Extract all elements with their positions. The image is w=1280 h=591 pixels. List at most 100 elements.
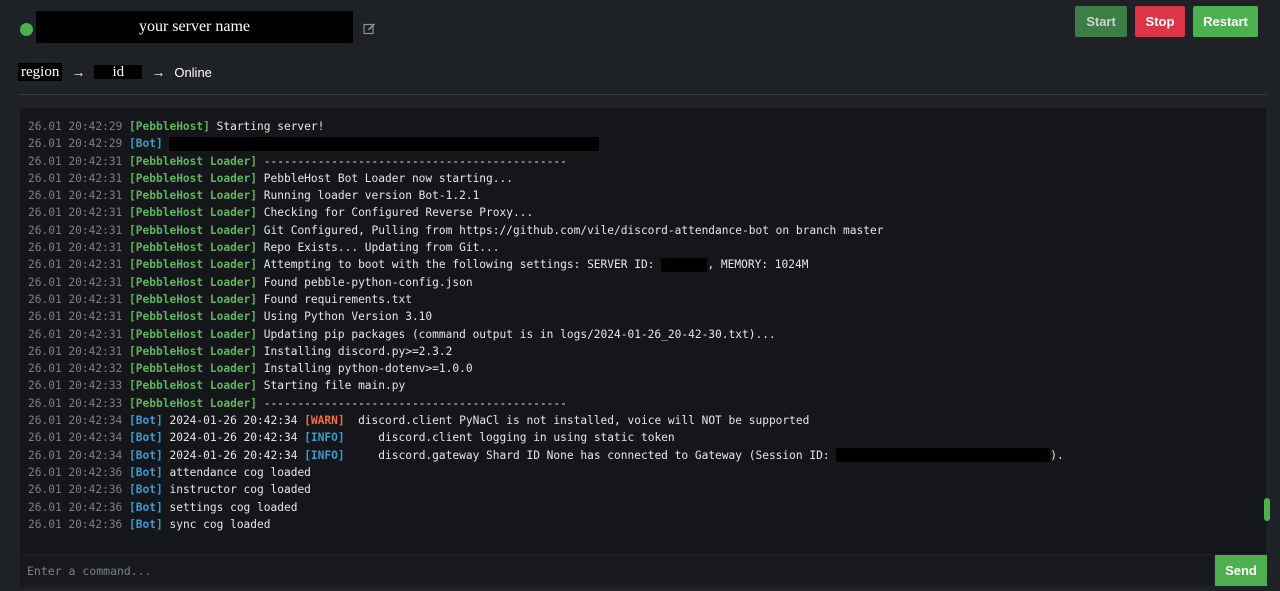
log-message: Installing discord.py>=2.3.2 <box>257 344 453 358</box>
log-tag: [PebbleHost Loader] <box>129 189 258 203</box>
log-line: 26.01 20:42:31 [PebbleHost Loader] Runni… <box>28 187 1266 204</box>
log-message-rest: discord.client PyNaCl is not installed, … <box>344 414 810 428</box>
log-message: Found requirements.txt <box>257 292 412 306</box>
console-output[interactable]: 26.01 20:42:29 [PebbleHost] Starting ser… <box>20 108 1266 554</box>
log-message: 2024-01-26 20:42:34 <box>162 414 305 428</box>
log-tag: [Bot] <box>129 483 163 497</box>
breadcrumb-region[interactable]: region <box>18 63 63 81</box>
log-message-rest: discord.gateway Shard ID None has connec… <box>344 448 837 462</box>
log-timestamp: 26.01 20:42:36 <box>28 517 123 531</box>
server-status-dot <box>20 23 33 36</box>
log-line: 26.01 20:42:31 [PebbleHost Loader] Found… <box>28 291 1266 308</box>
log-tag: [PebbleHost Loader] <box>129 241 258 255</box>
log-tag: [PebbleHost Loader] <box>129 344 258 358</box>
log-message-rest: discord.client logging in using static t… <box>344 431 675 445</box>
log-message: PebbleHost Bot Loader now starting... <box>257 171 513 185</box>
log-timestamp: 26.01 20:42:31 <box>28 275 123 289</box>
log-line: 26.01 20:42:36 [Bot] instructor cog load… <box>28 481 1266 498</box>
log-line: 26.01 20:42:36 [Bot] attendance cog load… <box>28 464 1266 481</box>
log-tag: [PebbleHost Loader] <box>129 362 258 376</box>
log-tag: [Bot] <box>129 517 163 531</box>
log-timestamp: 26.01 20:42:36 <box>28 500 123 514</box>
log-timestamp: 26.01 20:42:29 <box>28 120 123 133</box>
log-line: 26.01 20:42:29 [Bot] <box>28 135 1266 152</box>
log-tag: [Bot] <box>129 137 163 151</box>
log-message: attendance cog loaded <box>162 465 311 479</box>
log-tag: [PebbleHost Loader] <box>129 310 258 324</box>
log-timestamp: 26.01 20:42:31 <box>28 171 123 185</box>
log-level: [WARN] <box>304 414 345 428</box>
log-tag: [Bot] <box>129 414 163 428</box>
stop-button[interactable]: Stop <box>1135 6 1185 37</box>
breadcrumb-status: Online <box>174 64 212 80</box>
log-line: 26.01 20:42:36 [Bot] settings cog loaded <box>28 499 1266 516</box>
log-line: 26.01 20:42:33 [PebbleHost Loader] Start… <box>28 377 1266 394</box>
console-scrollbar[interactable] <box>1264 498 1270 521</box>
log-timestamp: 26.01 20:42:31 <box>28 258 123 272</box>
log-line: 26.01 20:42:31 [PebbleHost Loader] Check… <box>28 204 1266 221</box>
log-message: Running loader version Bot-1.2.1 <box>257 189 480 203</box>
log-timestamp: 26.01 20:42:33 <box>28 396 123 410</box>
log-timestamp: 26.01 20:42:29 <box>28 137 123 151</box>
log-tag: [PebbleHost Loader] <box>129 327 258 341</box>
log-line: 26.01 20:42:31 [PebbleHost Loader] Repo … <box>28 239 1266 256</box>
log-line: 26.01 20:42:29 [PebbleHost] Starting ser… <box>28 118 1266 135</box>
log-line: 26.01 20:42:33 [PebbleHost Loader] -----… <box>28 395 1266 412</box>
log-timestamp: 26.01 20:42:34 <box>28 431 123 445</box>
redacted-text <box>661 258 708 273</box>
log-message: ----------------------------------------… <box>257 154 567 168</box>
log-tag: [Bot] <box>129 448 163 462</box>
log-line: 26.01 20:42:31 [PebbleHost Loader] Insta… <box>28 343 1266 360</box>
log-message: instructor cog loaded <box>162 483 311 497</box>
log-timestamp: 26.01 20:42:31 <box>28 292 123 306</box>
log-line: 26.01 20:42:31 [PebbleHost Loader] -----… <box>28 153 1266 170</box>
command-input[interactable] <box>20 555 1214 586</box>
log-line: 26.01 20:42:34 [Bot] 2024-01-26 20:42:34… <box>28 447 1266 464</box>
restart-button[interactable]: Restart <box>1193 6 1258 37</box>
log-timestamp: 26.01 20:42:34 <box>28 448 123 462</box>
send-button[interactable]: Send <box>1215 555 1267 586</box>
log-line: 26.01 20:42:34 [Bot] 2024-01-26 20:42:34… <box>28 412 1266 429</box>
log-timestamp: 26.01 20:42:34 <box>28 414 123 428</box>
log-timestamp: 26.01 20:42:31 <box>28 344 123 358</box>
log-level: [INFO] <box>304 431 345 445</box>
log-timestamp: 26.01 20:42:31 <box>28 241 123 255</box>
log-tag: [PebbleHost Loader] <box>129 223 258 237</box>
log-tag: [PebbleHost Loader] <box>129 292 258 306</box>
log-message: settings cog loaded <box>162 500 298 514</box>
log-tag: [Bot] <box>129 465 163 479</box>
log-message: Using Python Version 3.10 <box>257 310 433 324</box>
log-message: Found pebble-python-config.json <box>257 275 473 289</box>
log-tag: [PebbleHost] <box>129 120 210 133</box>
log-line: 26.01 20:42:36 [Bot] sync cog loaded <box>28 516 1266 533</box>
start-button[interactable]: Start <box>1075 6 1127 37</box>
log-message: sync cog loaded <box>162 517 271 531</box>
log-line: 26.01 20:42:31 [PebbleHost Loader] Git C… <box>28 222 1266 239</box>
arrow-right-icon: → <box>151 64 166 80</box>
log-timestamp: 26.01 20:42:31 <box>28 154 123 168</box>
log-tag: [Bot] <box>129 500 163 514</box>
log-line: 26.01 20:42:32 [PebbleHost Loader] Insta… <box>28 360 1266 377</box>
log-level: [INFO] <box>304 448 345 462</box>
log-message: Starting server! <box>209 120 325 133</box>
log-timestamp: 26.01 20:42:36 <box>28 465 123 479</box>
breadcrumb: region → id → Online <box>18 62 212 82</box>
log-timestamp: 26.01 20:42:31 <box>28 223 123 237</box>
header-divider <box>18 94 1267 95</box>
log-message: Starting file main.py <box>257 379 406 393</box>
log-message: Updating pip packages (command output is… <box>257 327 776 341</box>
log-tag: [PebbleHost Loader] <box>129 258 258 272</box>
log-message: Attempting to boot with the following se… <box>257 258 655 272</box>
log-tag: [PebbleHost Loader] <box>129 379 258 393</box>
redacted-text <box>169 136 600 151</box>
log-timestamp: 26.01 20:42:31 <box>28 310 123 324</box>
log-line: 26.01 20:42:31 [PebbleHost Loader] Pebbl… <box>28 170 1266 187</box>
log-message: ----------------------------------------… <box>257 396 567 410</box>
breadcrumb-id[interactable]: id <box>94 64 143 80</box>
log-tag: [PebbleHost Loader] <box>129 206 258 220</box>
edit-icon[interactable] <box>363 22 376 35</box>
log-message-end: ). <box>1050 448 1064 462</box>
log-message: 2024-01-26 20:42:34 <box>162 431 305 445</box>
log-timestamp: 26.01 20:42:31 <box>28 327 123 341</box>
log-tag: [PebbleHost Loader] <box>129 275 258 289</box>
